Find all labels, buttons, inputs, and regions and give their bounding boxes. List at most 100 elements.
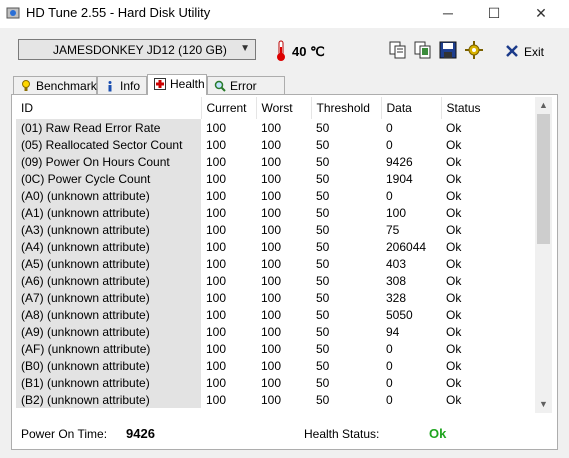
cell-data: 328 xyxy=(386,290,407,305)
table-row[interactable]: (A6) (unknown attribute) 100 100 50 308 Ok xyxy=(16,272,535,289)
column-header-status[interactable]: Status xyxy=(441,97,535,119)
column-header-threshold[interactable]: Threshold xyxy=(311,97,382,119)
temperature-readout: 40 ℃ xyxy=(292,44,325,59)
tab-health[interactable]: Health xyxy=(147,74,207,95)
cell-id: (B2) (unknown attribute) xyxy=(16,391,201,408)
status-line: Power On Time: 9426 Health Status: Ok xyxy=(12,418,557,448)
cell-current: 100 xyxy=(206,222,227,237)
table-row[interactable]: (B2) (unknown attribute) 100 100 50 0 Ok xyxy=(16,391,535,408)
table-row[interactable]: (A0) (unknown attribute) 100 100 50 0 Ok xyxy=(16,187,535,204)
health-panel: ID Current Worst Threshold Data Status (… xyxy=(11,94,558,450)
cell-status: Ok xyxy=(446,375,462,390)
tab-label: Health xyxy=(170,77,205,91)
cell-threshold: 50 xyxy=(316,307,330,322)
tab-label: Info xyxy=(120,79,141,93)
cell-data: 5050 xyxy=(386,307,413,322)
copy-icon[interactable] xyxy=(388,40,408,60)
cell-status: Ok xyxy=(446,324,462,339)
cell-id: (A8) (unknown attribute) xyxy=(16,306,201,323)
error-scan-icon xyxy=(214,80,226,92)
cell-threshold: 50 xyxy=(316,341,330,356)
cell-current: 100 xyxy=(206,154,227,169)
table-row[interactable]: (A1) (unknown attribute) 100 100 50 100 Ok xyxy=(16,204,535,221)
close-button[interactable]: ✕ xyxy=(518,0,564,28)
table-row[interactable]: (A7) (unknown attribute) 100 100 50 328 Ok xyxy=(16,289,535,306)
scroll-up-icon[interactable]: ▲ xyxy=(535,97,552,114)
cell-threshold: 50 xyxy=(316,154,330,169)
vertical-scrollbar[interactable]: ▲ ▼ xyxy=(535,97,552,413)
table-row[interactable]: (B0) (unknown attribute) 100 100 50 0 Ok xyxy=(16,357,535,374)
table-row[interactable]: (05) Reallocated Sector Count 100 100 50 0 Ok xyxy=(16,136,535,153)
table-row[interactable]: (A9) (unknown attribute) 100 100 50 94 Ok xyxy=(16,323,535,340)
cell-current: 100 xyxy=(206,392,227,407)
power-on-time-value: 9426 xyxy=(126,426,155,441)
table-row[interactable]: (AF) (unknown attribute) 100 100 50 0 Ok xyxy=(16,340,535,357)
cell-threshold: 50 xyxy=(316,120,330,135)
cell-worst: 100 xyxy=(261,120,282,135)
cell-data: 0 xyxy=(386,358,393,373)
cell-data: 94 xyxy=(386,324,400,339)
title-bar: HD Tune 2.55 - Hard Disk Utility ─ ☐ ✕ xyxy=(0,0,569,28)
exit-label: Exit xyxy=(524,45,545,59)
copy-all-icon[interactable] xyxy=(413,40,433,60)
table-row[interactable]: (B1) (unknown attribute) 100 100 50 0 Ok xyxy=(16,374,535,391)
cell-threshold: 50 xyxy=(316,392,330,407)
tab-benchmark[interactable]: Benchmark xyxy=(13,76,97,94)
drive-select-value: JAMESDONKEY JD12 (120 GB) xyxy=(53,43,227,57)
cell-current: 100 xyxy=(206,358,227,373)
scroll-thumb[interactable] xyxy=(537,114,550,244)
close-icon xyxy=(506,45,518,57)
cell-threshold: 50 xyxy=(316,171,330,186)
cell-data: 206044 xyxy=(386,239,427,254)
tab-info[interactable]: Info xyxy=(97,76,147,94)
cell-status: Ok xyxy=(446,341,462,356)
cell-data: 403 xyxy=(386,256,407,271)
table-row[interactable]: (A4) (unknown attribute) 100 100 50 206044 Ok xyxy=(16,238,535,255)
scroll-down-icon[interactable]: ▼ xyxy=(535,396,552,413)
cell-data: 0 xyxy=(386,188,393,203)
cell-worst: 100 xyxy=(261,188,282,203)
table-row[interactable]: (A5) (unknown attribute) 100 100 50 403 Ok xyxy=(16,255,535,272)
cell-worst: 100 xyxy=(261,341,282,356)
cell-current: 100 xyxy=(206,375,227,390)
cell-worst: 100 xyxy=(261,290,282,305)
cell-threshold: 50 xyxy=(316,188,330,203)
table-row[interactable]: (09) Power On Hours Count 100 100 50 9426 Ok xyxy=(16,153,535,170)
cell-threshold: 50 xyxy=(316,375,330,390)
table-row[interactable]: (0C) Power Cycle Count 100 100 50 1904 Ok xyxy=(16,170,535,187)
table-row[interactable]: (A8) (unknown attribute) 100 100 50 5050 Ok xyxy=(16,306,535,323)
minimize-button[interactable]: ─ xyxy=(425,0,471,28)
maximize-button[interactable]: ☐ xyxy=(471,0,517,28)
cell-worst: 100 xyxy=(261,324,282,339)
cell-id: (09) Power On Hours Count xyxy=(16,153,201,170)
health-status-label: Health Status: xyxy=(304,427,380,441)
settings-icon[interactable] xyxy=(464,40,484,60)
thermometer-icon xyxy=(277,40,285,61)
save-icon[interactable] xyxy=(438,40,458,60)
cell-current: 100 xyxy=(206,290,227,305)
cell-status: Ok xyxy=(446,137,462,152)
column-header-id[interactable]: ID xyxy=(16,97,202,119)
cell-status: Ok xyxy=(446,290,462,305)
cell-id: (01) Raw Read Error Rate xyxy=(16,119,201,136)
cell-threshold: 50 xyxy=(316,239,330,254)
drive-select[interactable]: JAMESDONKEY JD12 (120 GB) ▼ xyxy=(18,39,256,60)
table-row[interactable]: (01) Raw Read Error Rate 100 100 50 0 Ok xyxy=(16,119,535,136)
cell-status: Ok xyxy=(446,154,462,169)
tab-error-scan[interactable]: Error Scan xyxy=(207,76,285,107)
column-header-data[interactable]: Data xyxy=(381,97,442,119)
smart-table[interactable]: ID Current Worst Threshold Data Status (… xyxy=(16,97,535,413)
column-header-worst[interactable]: Worst xyxy=(256,97,312,119)
cell-worst: 100 xyxy=(261,256,282,271)
cell-current: 100 xyxy=(206,273,227,288)
cell-data: 0 xyxy=(386,137,393,152)
cell-current: 100 xyxy=(206,324,227,339)
table-row[interactable]: (A3) (unknown attribute) 100 100 50 75 Ok xyxy=(16,221,535,238)
cell-id: (A0) (unknown attribute) xyxy=(16,187,201,204)
cell-current: 100 xyxy=(206,256,227,271)
cell-data: 0 xyxy=(386,120,393,135)
cell-current: 100 xyxy=(206,307,227,322)
exit-button[interactable]: Exit xyxy=(500,39,546,63)
cell-worst: 100 xyxy=(261,358,282,373)
column-header-current[interactable]: Current xyxy=(201,97,257,119)
